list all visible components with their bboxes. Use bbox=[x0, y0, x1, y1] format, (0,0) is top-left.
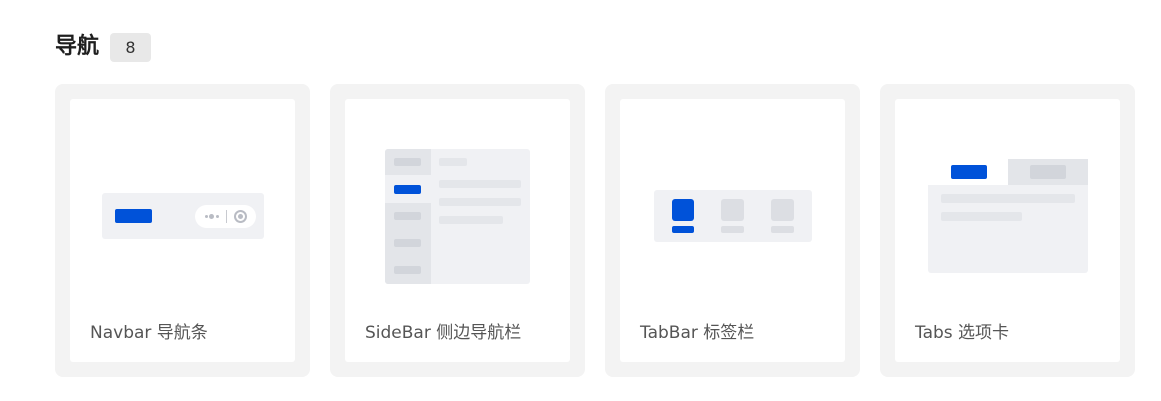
component-card-sidebar[interactable]: SideBar 侧边导航栏 bbox=[330, 84, 585, 377]
tab-icon bbox=[721, 199, 744, 221]
content-line bbox=[439, 216, 503, 224]
navbar-preview-icon bbox=[102, 193, 264, 239]
component-card-tabs[interactable]: Tabs 选项卡 bbox=[880, 84, 1135, 377]
component-card-tabbar[interactable]: TabBar 标签栏 bbox=[605, 84, 860, 377]
content-line bbox=[439, 198, 521, 206]
component-card-navbar[interactable]: Navbar 导航条 bbox=[55, 84, 310, 377]
content-line bbox=[439, 158, 467, 166]
navbar-title-bar bbox=[115, 209, 152, 223]
card-label: SideBar 侧边导航栏 bbox=[365, 323, 522, 343]
section-header: 导航 8 bbox=[55, 32, 152, 62]
sidebar-item bbox=[394, 266, 421, 274]
tab-active bbox=[951, 165, 987, 179]
sidebar-preview-icon bbox=[385, 149, 530, 284]
card-inner: Tabs 选项卡 bbox=[895, 99, 1120, 362]
count-badge: 8 bbox=[110, 32, 152, 62]
section-title: 导航 bbox=[55, 34, 100, 59]
tab-inactive bbox=[1030, 165, 1066, 179]
sidebar-item bbox=[394, 239, 421, 247]
target-icon-dot bbox=[238, 214, 243, 219]
tab-label-active bbox=[672, 226, 694, 233]
tab-icon bbox=[771, 199, 794, 221]
card-inner: Navbar 导航条 bbox=[70, 99, 295, 362]
sidebar-item-active bbox=[394, 185, 421, 194]
tab-label bbox=[771, 226, 794, 233]
tab-icon-active bbox=[672, 199, 694, 221]
navbar-capsule bbox=[195, 205, 256, 228]
card-label: Navbar 导航条 bbox=[90, 323, 208, 343]
capsule-divider bbox=[226, 210, 227, 223]
more-dots-icon-dot bbox=[216, 215, 219, 218]
tabs-preview-icon bbox=[928, 159, 1088, 273]
tabbar-preview-icon bbox=[654, 190, 812, 242]
sidebar-item bbox=[394, 212, 421, 220]
content-line bbox=[941, 212, 1022, 221]
tab-label bbox=[721, 226, 744, 233]
card-inner: TabBar 标签栏 bbox=[620, 99, 845, 362]
more-dots-icon-dot bbox=[209, 214, 214, 219]
card-inner: SideBar 侧边导航栏 bbox=[345, 99, 570, 362]
sidebar-item bbox=[394, 158, 421, 166]
more-dots-icon bbox=[205, 215, 208, 218]
content-line bbox=[439, 180, 521, 188]
content-line bbox=[941, 194, 1075, 203]
card-label: Tabs 选项卡 bbox=[915, 323, 1010, 343]
card-label: TabBar 标签栏 bbox=[640, 323, 755, 343]
